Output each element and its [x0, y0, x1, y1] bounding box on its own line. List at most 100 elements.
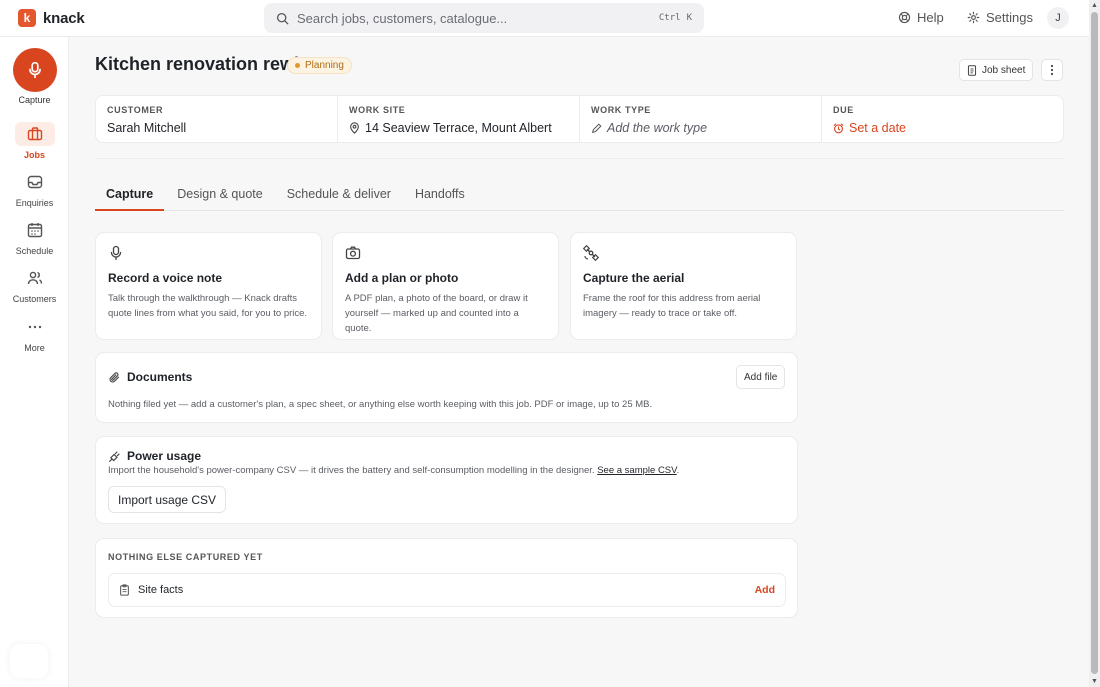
help-lifebuoy-icon	[898, 11, 911, 24]
nav-icon-wrap	[15, 170, 55, 194]
scroll-thumb[interactable]	[1091, 12, 1098, 674]
due-field[interactable]: DUE Set a date	[822, 96, 1063, 142]
settings-label: Settings	[986, 10, 1033, 25]
card-body: Talk through the walkthrough — Knack dra…	[108, 293, 308, 319]
nav-icon-wrap	[15, 218, 55, 242]
camera-icon	[345, 246, 361, 260]
uncaptured-label: NOTHING ELSE CAPTURED YET	[108, 552, 263, 562]
inbox-icon	[27, 175, 42, 189]
help-link[interactable]: Help	[898, 10, 944, 25]
documents-title: Documents	[127, 370, 193, 384]
due-value-row: Set a date	[833, 121, 1052, 135]
site-facts-row[interactable]: Site facts Add	[108, 573, 786, 607]
search-input[interactable]	[297, 10, 651, 26]
aerial-card[interactable]: Capture the aerial Frame the roof for th…	[570, 232, 797, 340]
customer-label: CUSTOMER	[107, 105, 164, 115]
documents-empty-text: Nothing filed yet — add a customer's pla…	[108, 399, 653, 410]
capture-button[interactable]	[13, 48, 57, 92]
work-site-field[interactable]: WORK SITE 14 Seaview Terrace, Mount Albe…	[338, 96, 580, 142]
sidebar-item-more[interactable]: More	[0, 315, 69, 353]
voice-note-card[interactable]: Record a voice note Talk through the wal…	[95, 232, 322, 340]
search-shortcut: Ctrl K	[659, 13, 692, 23]
sidebar-item-schedule[interactable]: Schedule	[0, 218, 69, 256]
due-label: DUE	[833, 105, 854, 115]
paperclip-icon	[109, 371, 120, 382]
sidebar-item-label: Jobs	[23, 150, 45, 160]
brand-logo[interactable]: k knack	[18, 9, 85, 27]
floating-widget[interactable]	[10, 644, 48, 678]
sidebar-item-label: More	[24, 343, 45, 353]
document-icon	[967, 64, 977, 76]
power-header: Power usage	[108, 449, 201, 463]
add-file-button[interactable]: Add file	[736, 365, 786, 389]
settings-link[interactable]: Settings	[967, 10, 1033, 25]
nav-icon-wrap	[14, 122, 55, 146]
page-scrollbar[interactable]: ▲ ▼	[1089, 0, 1100, 687]
more-dots-icon	[28, 325, 41, 329]
shortcut-key: K	[686, 13, 692, 23]
work-site-label: WORK SITE	[349, 105, 406, 115]
documents-card: Documents Add file Nothing filed yet — a…	[95, 352, 798, 423]
status-label: Planning	[305, 60, 344, 71]
gear-icon	[967, 11, 980, 24]
calendar-icon	[27, 223, 42, 238]
logo-text: knack	[43, 9, 85, 27]
job-sheet-label: Job sheet	[982, 64, 1026, 76]
help-label: Help	[917, 10, 944, 25]
tab-schedule-deliver[interactable]: Schedule & deliver	[276, 178, 402, 211]
work-type-value-row: Add the work type	[591, 121, 810, 135]
sidebar-item-label: Schedule	[15, 246, 54, 256]
plug-icon	[109, 450, 120, 462]
power-body: Import the household's power-company CSV…	[108, 465, 595, 476]
nav-icon-wrap	[15, 266, 55, 290]
more-options-button[interactable]	[1041, 59, 1063, 81]
customer-field[interactable]: CUSTOMER Sarah Mitchell	[96, 96, 338, 142]
work-site-value-row: 14 Seaview Terrace, Mount Albert	[349, 121, 568, 135]
sidebar-item-enquiries[interactable]: Enquiries	[0, 170, 69, 208]
tab-capture[interactable]: Capture	[95, 178, 165, 211]
scroll-down-arrow[interactable]: ▼	[1091, 678, 1098, 685]
vertical-dots-icon	[1050, 64, 1054, 76]
alarm-clock-icon	[833, 122, 844, 133]
users-icon	[27, 271, 42, 285]
uncaptured-card: NOTHING ELSE CAPTURED YET Site facts Add	[95, 538, 798, 618]
work-type-value: Add the work type	[607, 121, 708, 135]
microphone-icon	[29, 61, 41, 79]
logo-mark: k	[18, 9, 36, 27]
documents-header: Documents	[108, 370, 192, 384]
job-info-card: CUSTOMER Sarah Mitchell WORK SITE 14 Sea…	[95, 95, 1064, 143]
plan-photo-card[interactable]: Add a plan or photo A PDF plan, a photo …	[332, 232, 559, 340]
sample-csv-link[interactable]: See a sample CSV	[597, 465, 676, 476]
sidebar-item-jobs[interactable]: Jobs	[0, 122, 69, 160]
card-title: Record a voice note	[108, 271, 223, 285]
microphone-icon	[110, 245, 122, 261]
work-type-field[interactable]: WORK TYPE Add the work type	[580, 96, 822, 142]
card-title: Add a plan or photo	[345, 271, 459, 285]
nav-icon-wrap	[15, 315, 55, 339]
sidebar-item-customers[interactable]: Customers	[0, 266, 69, 304]
site-facts-add-button[interactable]: Add	[755, 584, 775, 596]
user-avatar[interactable]: J	[1047, 7, 1069, 29]
tab-design-quote[interactable]: Design & quote	[166, 178, 273, 211]
search-bar[interactable]: Ctrl K	[264, 3, 704, 33]
job-sheet-button[interactable]: Job sheet	[959, 59, 1034, 81]
scroll-up-arrow[interactable]: ▲	[1091, 2, 1098, 9]
satellite-icon	[583, 245, 599, 261]
status-dot	[295, 63, 300, 68]
sidebar: Capture Jobs Enquiries Schedule Customer…	[0, 37, 69, 687]
power-usage-card: Power usage Import the household's power…	[95, 436, 798, 524]
power-description: Import the household's power-company CSV…	[108, 463, 788, 478]
job-title: Kitchen renovation rewire	[95, 54, 317, 74]
card-body: Frame the roof for this address from aer…	[583, 293, 761, 319]
map-pin-icon	[350, 122, 359, 134]
card-body: A PDF plan, a photo of the board, or dra…	[345, 293, 528, 334]
card-title: Capture the aerial	[583, 271, 685, 285]
briefcase-icon	[27, 127, 42, 141]
import-usage-csv-button[interactable]: Import usage CSV	[108, 486, 227, 513]
search-icon	[276, 12, 289, 24]
clipboard-icon	[120, 584, 129, 596]
work-type-label: WORK TYPE	[591, 105, 651, 115]
tab-handoffs[interactable]: Handoffs	[404, 178, 476, 211]
power-link-suffix: .	[676, 465, 680, 476]
work-site-value: 14 Seaview Terrace, Mount Albert	[365, 121, 552, 135]
